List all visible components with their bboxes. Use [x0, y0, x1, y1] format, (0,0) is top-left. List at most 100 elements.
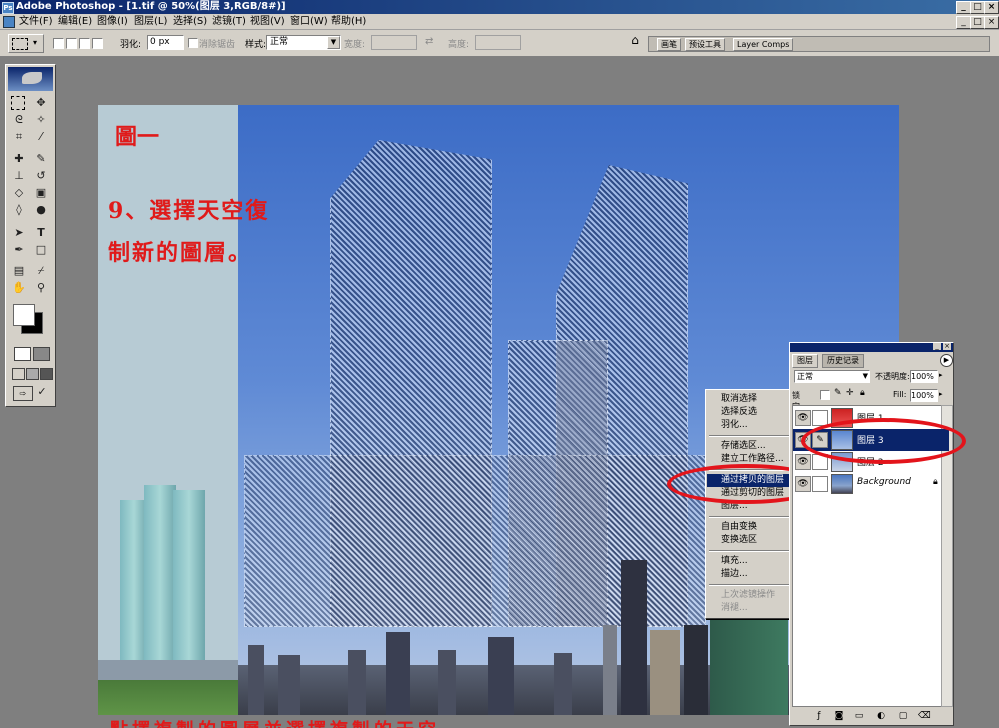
minimize-button[interactable]: _	[956, 1, 971, 14]
cyan-building	[173, 490, 205, 660]
width-input[interactable]	[371, 35, 417, 50]
new-set-icon[interactable]: ▭	[854, 712, 864, 721]
move-tool-icon[interactable]: ✥	[33, 95, 49, 111]
layer-thumbnail	[831, 474, 853, 494]
maximize-button[interactable]: □	[970, 1, 985, 14]
doc-restore-button[interactable]: □	[970, 16, 985, 29]
menu-edit[interactable]: 编辑(E)	[58, 14, 92, 29]
gradient-tool-icon[interactable]: ▣	[33, 185, 49, 201]
imageready-icon[interactable]: ✓	[34, 384, 50, 400]
dodge-tool-icon[interactable]: ●	[33, 202, 49, 218]
skyline-building	[650, 630, 680, 715]
screen-mode-standard-icon[interactable]	[12, 368, 25, 380]
add-selection-icon[interactable]	[66, 38, 77, 49]
fill-arrow-icon[interactable]: ▸	[939, 390, 943, 398]
menu-help[interactable]: 帮助(H)	[331, 14, 366, 29]
standard-mode-icon[interactable]	[14, 347, 31, 361]
adjustment-layer-icon[interactable]: ◐	[876, 712, 886, 721]
crop-tool-icon[interactable]: ⌗	[11, 129, 27, 145]
jump-to-imageready-icon[interactable]: ⇨	[13, 386, 33, 401]
photoshop-app-icon: Ps	[2, 2, 14, 14]
cyan-building	[144, 485, 176, 660]
opacity-arrow-icon[interactable]: ▸	[939, 371, 943, 379]
palette-tab-tool-presets[interactable]: 预设工具	[685, 38, 725, 51]
trash-icon[interactable]: ⌫	[918, 712, 931, 721]
menu-view[interactable]: 视图(V)	[250, 14, 285, 29]
tool-preset-picker[interactable]: ▾	[8, 34, 44, 53]
zoom-tool-icon[interactable]: ⚲	[33, 280, 49, 296]
width-label: 宽度:	[344, 40, 366, 50]
pen-tool-icon[interactable]: ✒	[11, 242, 27, 258]
menu-layer[interactable]: 图层(L)	[134, 14, 167, 29]
menu-image[interactable]: 图像(I)	[97, 14, 128, 29]
palette-close-button[interactable]: ×	[943, 343, 951, 350]
hand-tool-icon[interactable]: ✋	[11, 280, 27, 296]
palette-menu-arrow-icon[interactable]: ▶	[940, 354, 953, 367]
lock-pixels-icon[interactable]: ✎	[834, 388, 842, 398]
eraser-tool-icon[interactable]: ◇	[11, 185, 27, 201]
link-icon[interactable]	[812, 476, 828, 492]
slice-tool-icon[interactable]: ⁄	[33, 129, 49, 145]
blur-tool-icon[interactable]: ◊	[11, 202, 27, 218]
layer-style-icon[interactable]: ƒ	[814, 712, 824, 721]
lock-transparency-icon[interactable]	[820, 390, 830, 400]
layers-palette-titlebar: _ ×	[790, 343, 953, 352]
visibility-eye-icon[interactable]: 👁︎	[795, 476, 811, 492]
lock-position-icon[interactable]: ✛	[846, 388, 854, 398]
type-tool-icon[interactable]: T	[33, 225, 49, 241]
height-label: 高度:	[448, 40, 470, 50]
history-brush-tool-icon[interactable]: ↺	[33, 168, 49, 184]
lasso-tool-icon[interactable]: ᘓ	[11, 112, 27, 128]
doc-minimize-button[interactable]: _	[956, 16, 971, 29]
chevron-down-icon: ▾	[33, 38, 38, 47]
menu-filter[interactable]: 滤镜(T)	[212, 14, 246, 29]
tab-history[interactable]: 历史记录	[822, 354, 864, 368]
feather-label: 羽化:	[120, 40, 142, 50]
layer-row[interactable]: 👁︎ Background 🔒︎	[793, 473, 949, 495]
feather-input[interactable]: 0 px	[147, 35, 184, 50]
subtract-selection-icon[interactable]	[79, 38, 90, 49]
palette-well-icon[interactable]: ⌂	[627, 33, 643, 49]
menu-select[interactable]: 选择(S)	[173, 14, 207, 29]
brush-tool-icon[interactable]: ✎	[33, 151, 49, 167]
swap-icon[interactable]: ⇄	[425, 36, 433, 47]
path-selection-tool-icon[interactable]: ➤	[11, 225, 27, 241]
menu-window[interactable]: 窗口(W)	[290, 14, 328, 29]
palette-minimize-button[interactable]: _	[933, 343, 941, 350]
clone-stamp-tool-icon[interactable]: ⊥	[11, 168, 27, 184]
height-input[interactable]	[475, 35, 521, 50]
rect-marquee-tool-icon[interactable]	[11, 96, 25, 110]
style-label: 样式:	[245, 40, 267, 50]
healing-brush-tool-icon[interactable]: ✚	[11, 151, 27, 167]
menu-file[interactable]: 文件(F)	[19, 14, 53, 29]
tab-layers[interactable]: 图层	[792, 354, 818, 368]
opacity-input[interactable]: 100%	[910, 370, 938, 383]
visibility-eye-icon[interactable]: 👁︎	[795, 410, 811, 426]
foreground-color-swatch[interactable]	[13, 304, 35, 326]
layer-mask-icon[interactable]: ◙	[834, 712, 844, 721]
visibility-eye-icon[interactable]: 👁︎	[795, 454, 811, 470]
close-button[interactable]: ×	[984, 1, 999, 14]
palette-tab-layer-comps[interactable]: Layer Comps	[733, 38, 794, 51]
style-select[interactable]: 正常 ▼	[266, 35, 341, 50]
blend-mode-select[interactable]: 正常 ▼	[794, 370, 870, 383]
notes-tool-icon[interactable]: ▤	[11, 263, 27, 279]
new-selection-icon[interactable]	[53, 38, 64, 49]
screen-mode-full-icon[interactable]	[40, 368, 53, 380]
new-layer-icon[interactable]: ▢	[898, 712, 908, 721]
skyline-building	[554, 653, 572, 715]
antialias-checkbox[interactable]	[188, 38, 198, 48]
layer-name[interactable]: Background	[857, 477, 911, 487]
antialias-label: 消除锯齿	[199, 40, 236, 50]
eyedropper-tool-icon[interactable]: ⌿	[33, 263, 49, 279]
fill-input[interactable]: 100%	[910, 389, 938, 402]
shape-tool-icon[interactable]: □	[33, 242, 49, 258]
doc-close-button[interactable]: ×	[984, 16, 999, 29]
screen-mode-full-menu-icon[interactable]	[26, 368, 39, 380]
palette-tab-brushes[interactable]: 画笔	[657, 38, 681, 51]
intersect-selection-icon[interactable]	[92, 38, 103, 49]
magic-wand-tool-icon[interactable]: ✧	[33, 112, 49, 128]
adobe-feather-logo[interactable]	[8, 67, 53, 91]
lock-all-icon[interactable]: 🔒︎	[860, 388, 865, 398]
quick-mask-mode-icon[interactable]	[33, 347, 50, 361]
